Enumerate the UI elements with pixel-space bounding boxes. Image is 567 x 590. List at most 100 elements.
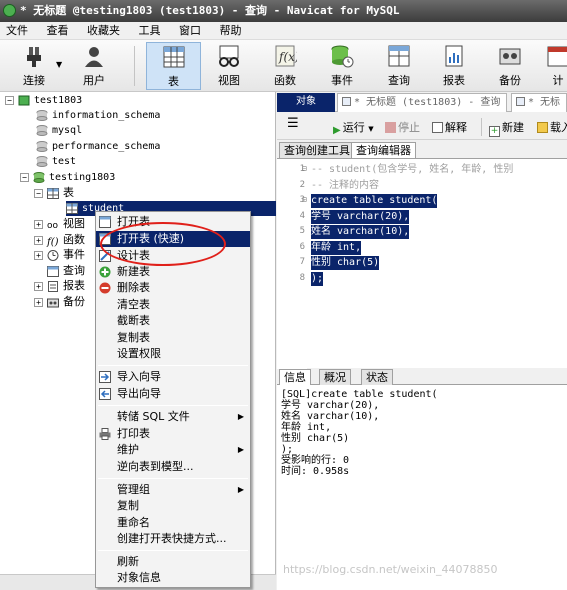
connect-dropdown-icon[interactable]: ▼: [56, 60, 62, 69]
menu-item-new-table[interactable]: 新建表: [96, 264, 250, 280]
menu-item-object-info[interactable]: 对象信息: [96, 570, 250, 586]
database-open-icon: [33, 171, 45, 183]
tab-query-untitled[interactable]: * 无标题 (test1803) - 查询: [337, 93, 507, 112]
tree-db-testing1803[interactable]: − testing1803: [20, 170, 115, 185]
menu-item-manage-group[interactable]: 管理组 ▶: [96, 482, 250, 498]
view-button[interactable]: 视图: [207, 42, 251, 90]
tree-backups[interactable]: + 备份: [34, 294, 85, 309]
report-button[interactable]: 报表: [434, 42, 474, 90]
tree-db-information-schema[interactable]: information_schema: [36, 108, 160, 123]
explain-button[interactable]: 解释: [432, 119, 467, 135]
schedule-label: 计: [552, 74, 564, 87]
menu-file[interactable]: 文件: [0, 22, 37, 38]
fold-icon[interactable]: ⊟: [302, 164, 307, 173]
tree-label: 视图: [63, 217, 85, 230]
submenu-arrow-icon: ▶: [237, 485, 244, 494]
fold-icon[interactable]: ⊟: [302, 195, 307, 204]
connect-button[interactable]: 连接: [14, 42, 54, 90]
report-icon: [445, 45, 463, 67]
tab-objects[interactable]: 对象: [277, 93, 335, 112]
tree-label: 备份: [63, 295, 85, 308]
tree-views[interactable]: + oo 视图: [34, 216, 85, 231]
tab-info[interactable]: 信息: [279, 369, 311, 385]
menu-item-label: 打印表: [117, 427, 150, 440]
expand-icon[interactable]: +: [34, 250, 43, 260]
menu-item-print-table[interactable]: 打印表: [96, 426, 250, 442]
menu-item-copy[interactable]: 复制: [96, 498, 250, 514]
menu-item-set-permissions[interactable]: 设置权限: [96, 346, 250, 362]
submenu-arrow-icon: ▶: [237, 445, 244, 454]
menu-item-refresh[interactable]: 刷新: [96, 554, 250, 570]
tab-label: * 无标题 (test1803) - 查询: [354, 97, 501, 108]
new-query-button[interactable]: + 新建: [489, 119, 524, 137]
sql-editor[interactable]: 1 ⊟ 2 3 ⊟ 4 5 6 7 8 -- student(包含学号, 姓名, 年龄, 性别 --…: [277, 158, 567, 369]
menu-view[interactable]: 查看: [41, 22, 78, 38]
schedule-button[interactable]: 计: [546, 42, 567, 90]
table-icon: [163, 46, 184, 68]
function-button[interactable]: f(x) 函数: [263, 42, 307, 90]
explain-icon: [432, 122, 443, 133]
tree-reports[interactable]: + 报表: [34, 278, 85, 293]
menu-help[interactable]: 帮助: [214, 22, 251, 38]
tree-label: 函数: [63, 233, 85, 246]
menu-item-create-shortcut[interactable]: 创建打开表快捷方式...: [96, 531, 250, 547]
tree-db-mysql[interactable]: mysql: [36, 123, 82, 138]
clock-icon: [47, 249, 59, 261]
menu-item-empty-table[interactable]: 清空表: [96, 297, 250, 313]
code-line: create table student(: [311, 194, 438, 208]
expand-icon[interactable]: +: [34, 281, 43, 291]
menu-favorites[interactable]: 收藏夹: [81, 22, 129, 38]
tab-query-builder[interactable]: 查询创建工具: [279, 142, 355, 158]
collapse-icon[interactable]: −: [34, 188, 43, 198]
tree-connection-test1803[interactable]: − test1803: [5, 93, 82, 108]
tree-tables[interactable]: − 表: [34, 185, 74, 200]
editor-gutter: 1 ⊟ 2 3 ⊟ 4 5 6 7 8: [277, 159, 307, 369]
expand-icon[interactable]: +: [34, 297, 43, 307]
expand-icon[interactable]: +: [34, 219, 43, 229]
menu-item-export-wizard[interactable]: 导出向导: [96, 386, 250, 402]
highlight-annotation-circle: [100, 222, 226, 266]
load-button[interactable]: 载入: [537, 119, 567, 135]
tree-db-test[interactable]: test: [36, 154, 76, 169]
code-line: -- student(包含学号, 姓名, 年龄, 性别: [311, 164, 514, 175]
tree-queries[interactable]: 查询: [47, 263, 85, 278]
backup-button[interactable]: 备份: [490, 42, 530, 90]
function-icon: f(): [47, 236, 59, 248]
expand-icon[interactable]: +: [34, 235, 43, 245]
info-line: [SQL]create table student(: [281, 389, 438, 400]
info-line: 姓名 varchar(10),: [281, 411, 380, 422]
toolbar-separator: [134, 46, 135, 86]
menu-item-reverse-model[interactable]: 逆向表到模型...: [96, 459, 250, 475]
tab-query-untitled-2[interactable]: * 无标: [511, 93, 567, 112]
menu-item-dump-sql[interactable]: 转储 SQL 文件 ▶: [96, 409, 250, 425]
tree-db-performance-schema[interactable]: performance_schema: [36, 139, 160, 154]
menu-item-import-wizard[interactable]: 导入向导: [96, 369, 250, 385]
menu-item-maintain[interactable]: 维护 ▶: [96, 442, 250, 458]
run-button[interactable]: ▶ 运行 ▼: [333, 119, 374, 136]
event-button[interactable]: 事件: [320, 42, 364, 90]
menu-icon[interactable]: ☰: [287, 116, 299, 131]
tree-label: test: [52, 156, 77, 167]
tree-events[interactable]: + 事件: [34, 247, 85, 262]
tab-status[interactable]: 状态: [361, 369, 393, 385]
menu-tools[interactable]: 工具: [133, 22, 170, 38]
query-tab-icon: [342, 97, 351, 106]
query-button[interactable]: 查询: [377, 42, 421, 90]
tab-query-editor[interactable]: 查询编辑器: [351, 142, 416, 158]
menu-item-truncate-table[interactable]: 截断表: [96, 313, 250, 329]
collapse-icon[interactable]: −: [5, 95, 14, 105]
menu-item-rename[interactable]: 重命名: [96, 515, 250, 531]
menu-window[interactable]: 窗口: [173, 22, 210, 38]
table-button[interactable]: 表: [146, 42, 201, 90]
tree-functions[interactable]: + f() 函数: [34, 232, 85, 248]
user-button[interactable]: 用户: [74, 42, 114, 90]
tab-profile[interactable]: 概况: [319, 369, 351, 385]
collapse-icon[interactable]: −: [20, 172, 29, 182]
table-icon: [99, 216, 111, 228]
menu-item-delete-table[interactable]: 删除表: [96, 280, 250, 296]
glasses-icon: [219, 45, 239, 67]
code-line: );: [311, 271, 324, 286]
database-icon: [36, 140, 48, 152]
stop-button[interactable]: 停止: [385, 119, 420, 135]
menu-item-copy-table[interactable]: 复制表: [96, 330, 250, 346]
